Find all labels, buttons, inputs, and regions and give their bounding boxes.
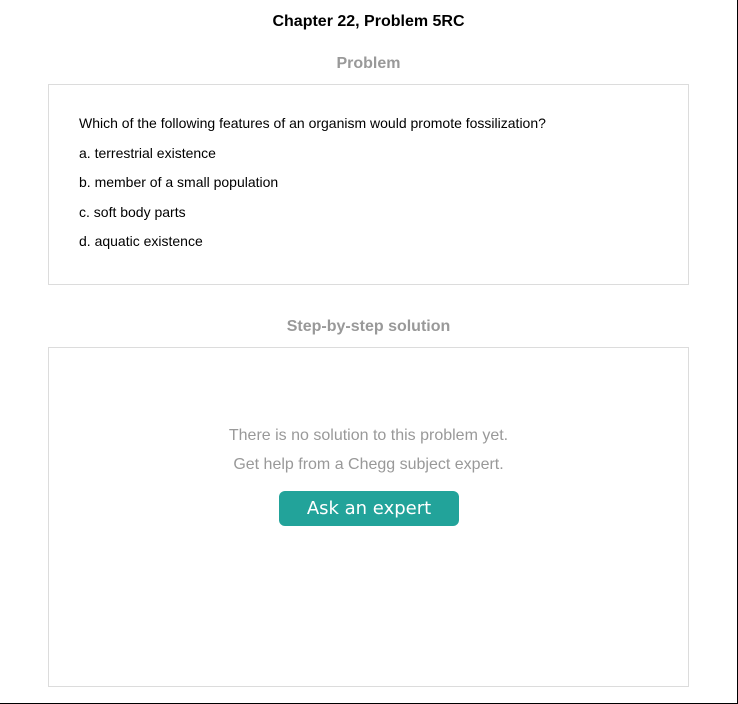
- page-title: Chapter 22, Problem 5RC: [272, 13, 465, 30]
- answer-option: d. aquatic existence: [79, 232, 203, 249]
- answer-option: a. terrestrial existence: [79, 145, 216, 161]
- solution-heading: Step-by-step solution: [286, 318, 451, 335]
- answer-option: c. soft body parts: [79, 203, 186, 220]
- problem-heading: Problem: [336, 55, 401, 72]
- problem-panel: Which of the following features of an or…: [48, 84, 689, 285]
- expert-help-message: Get help from a Chegg subject expert.: [233, 456, 504, 473]
- answer-option: b. member of a small population: [79, 174, 279, 191]
- ask-an-expert-button[interactable]: Ask an expert: [279, 491, 459, 526]
- solution-panel: There is no solution to this problem yet…: [48, 347, 689, 687]
- answer-options: a. terrestrial existence b. member of a …: [79, 145, 278, 262]
- no-solution-message: There is no solution to this problem yet…: [228, 427, 509, 444]
- problem-question: Which of the following features of an or…: [79, 115, 546, 131]
